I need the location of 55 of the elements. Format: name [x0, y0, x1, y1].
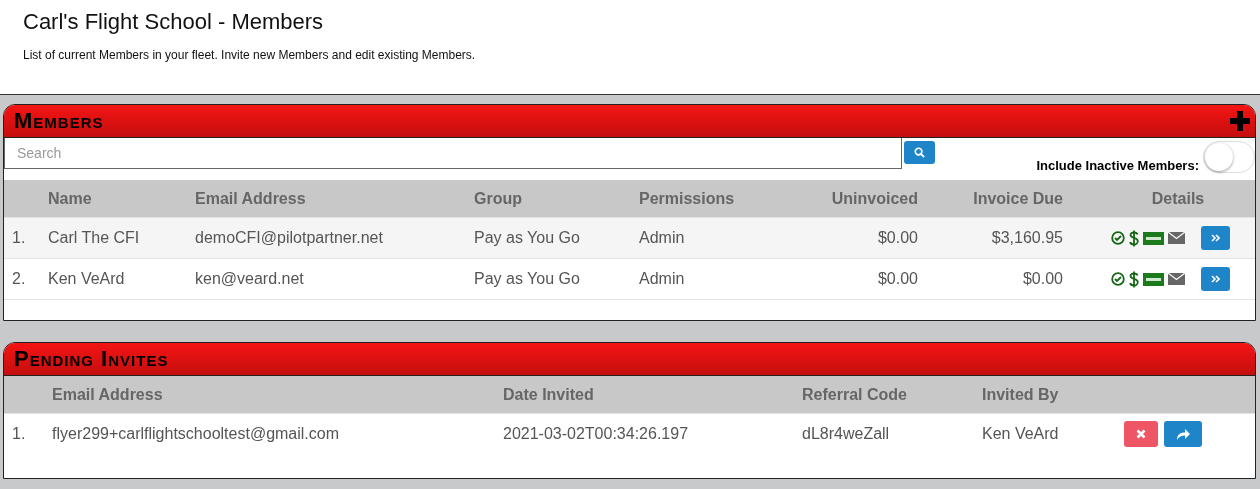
table-cell-text: $0.00 [876, 270, 919, 288]
table-cell-text: demoCFI@pilotpartner.net [195, 229, 384, 247]
table-cell-text: dL8r4weZall [802, 425, 891, 443]
resend-button[interactable] [1164, 421, 1202, 447]
table-cell-text: Pay as You Go [474, 270, 581, 288]
chevrons-icon [1211, 275, 1220, 283]
search-button[interactable] [904, 141, 935, 164]
table-cell-text: Carl The CFI [48, 229, 141, 247]
table-cell-text: $3,160.95 [990, 229, 1064, 247]
column-header: Email Address [52, 385, 164, 404]
row-number: 1. [11, 425, 27, 443]
column-header: Invoice Due [972, 189, 1064, 208]
column-header: Uninvoiced [830, 189, 919, 208]
dollar-icon [1129, 270, 1139, 288]
envelope-icon [1168, 273, 1185, 285]
table-cell-text: Admin [639, 270, 686, 288]
details-button[interactable] [1201, 226, 1230, 250]
table-cell-text: Ken VeArd [982, 425, 1060, 443]
dollar-icon [1129, 229, 1139, 247]
add-icon[interactable] [1229, 110, 1251, 132]
table-cell-text: $0.00 [1021, 270, 1064, 288]
table-cell-text: flyer299+carlflightschooltest@gmail.com [52, 425, 341, 443]
table-cell-text: Ken VeArd [48, 270, 126, 288]
table-cell-text: 2021-03-02T00:34:26.197 [503, 425, 690, 443]
column-header: Group [474, 189, 523, 208]
table-cell-text: $0.00 [876, 229, 919, 247]
table-cell-text: Pay as You Go [474, 229, 581, 247]
table-cell-text: Admin [639, 229, 686, 247]
check-circle-icon [1111, 272, 1125, 286]
column-header: Details [1150, 189, 1206, 208]
panel-title: Pending Invites [14, 346, 169, 372]
column-header: Permissions [639, 189, 736, 208]
panel-title: Members [14, 108, 104, 134]
column-header: Name [48, 189, 93, 208]
page-subtitle: List of current Members in your fleet. Invite new Members and edit existing Members. [23, 48, 477, 62]
card-icon [1143, 231, 1164, 245]
delete-button[interactable] [1124, 421, 1158, 447]
check-circle-icon [1111, 231, 1125, 245]
row-number: 2. [11, 270, 27, 288]
envelope-icon [1168, 232, 1185, 244]
share-arrow-icon [1175, 427, 1191, 441]
column-header: Invited By [982, 385, 1060, 404]
table-cell-text: ken@veard.net [195, 270, 305, 288]
close-icon [1136, 429, 1146, 439]
card-icon [1143, 272, 1164, 286]
chevrons-icon [1211, 234, 1220, 242]
details-button[interactable] [1201, 267, 1230, 291]
page-title: Carl's Flight School - Members [23, 9, 325, 35]
column-header: Date Invited [503, 385, 595, 404]
column-header: Referral Code [802, 385, 908, 404]
column-header: Email Address [195, 189, 307, 208]
search-icon [914, 147, 925, 158]
row-number: 1. [11, 229, 27, 247]
search-field[interactable]: Search [4, 138, 902, 169]
toggle-label: Include Inactive Members: [1036, 158, 1199, 173]
